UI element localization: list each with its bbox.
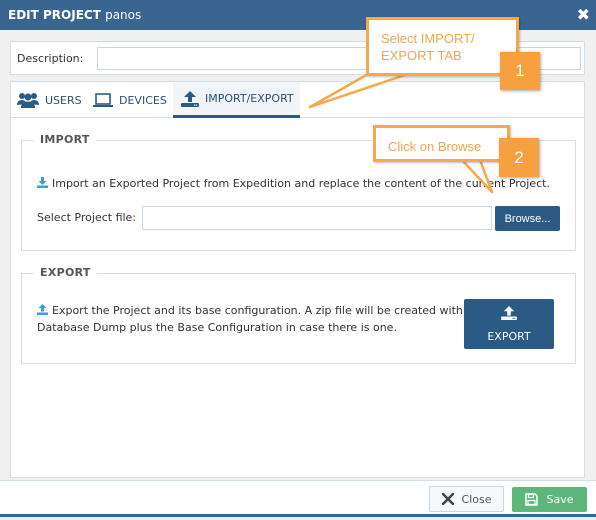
tab-users[interactable]: USERS — [17, 82, 82, 118]
download-icon — [37, 177, 48, 193]
step-badge-1: 1 — [500, 52, 540, 90]
upload-icon — [181, 90, 199, 107]
import-description-text: Import an Exported Project from Expediti… — [52, 177, 550, 190]
close-icon[interactable]: ✖ — [577, 5, 590, 24]
tab-devices-label: DEVICES — [119, 93, 167, 107]
tab-bar: USERS DEVICES IMPORT/EXPORT — [11, 82, 584, 118]
export-button[interactable]: EXPORT — [464, 299, 554, 349]
close-button[interactable]: Close — [429, 486, 504, 512]
tab-import-export[interactable]: IMPORT/EXPORT — [173, 82, 300, 118]
callout-1-line1: Select IMPORT/ — [381, 31, 475, 46]
step-badge-2: 2 — [499, 138, 539, 177]
dialog-footer — [0, 480, 596, 517]
times-icon — [441, 493, 454, 505]
callout-1-line2: EXPORT TAB — [381, 48, 462, 63]
upload-small-icon — [37, 304, 48, 320]
save-button[interactable]: Save — [512, 487, 587, 512]
upload-icon — [501, 305, 517, 323]
export-description-line1: Export the Project and its base configur… — [52, 304, 485, 317]
dialog-title-prefix: EDIT PROJECT — [8, 8, 101, 22]
annotation-callout-1: Select IMPORT/ EXPORT TAB — [366, 17, 519, 76]
callout-2-text: Click on Browse — [388, 139, 482, 154]
tab-import-export-label: IMPORT/EXPORT — [205, 92, 294, 105]
export-button-label: EXPORT — [487, 329, 531, 343]
select-project-file-label: Select Project file: — [37, 211, 137, 224]
project-name: panos — [105, 8, 142, 22]
tab-devices[interactable]: DEVICES — [93, 82, 167, 118]
users-icon — [17, 92, 39, 108]
laptop-icon — [93, 93, 113, 107]
export-description: Export the Project and its base configur… — [37, 303, 484, 336]
export-description-line2: Database Dump plus the Base Configuratio… — [37, 321, 397, 334]
import-legend: IMPORT — [34, 133, 96, 146]
close-button-label: Close — [461, 492, 492, 506]
export-section: EXPORT Export the Project and its base c… — [21, 266, 576, 364]
description-label: Description: — [17, 52, 84, 65]
browse-button[interactable]: Browse... — [495, 206, 560, 231]
save-button-label: Save — [546, 493, 574, 506]
floppy-disk-icon — [525, 493, 539, 506]
export-legend: EXPORT — [34, 266, 97, 279]
dialog-title: EDIT PROJECT panos — [8, 8, 141, 22]
tab-users-label: USERS — [45, 93, 82, 107]
import-description: Import an Exported Project from Expediti… — [37, 176, 550, 193]
project-file-input[interactable] — [142, 206, 492, 230]
annotation-callout-2: Click on Browse — [373, 125, 510, 162]
